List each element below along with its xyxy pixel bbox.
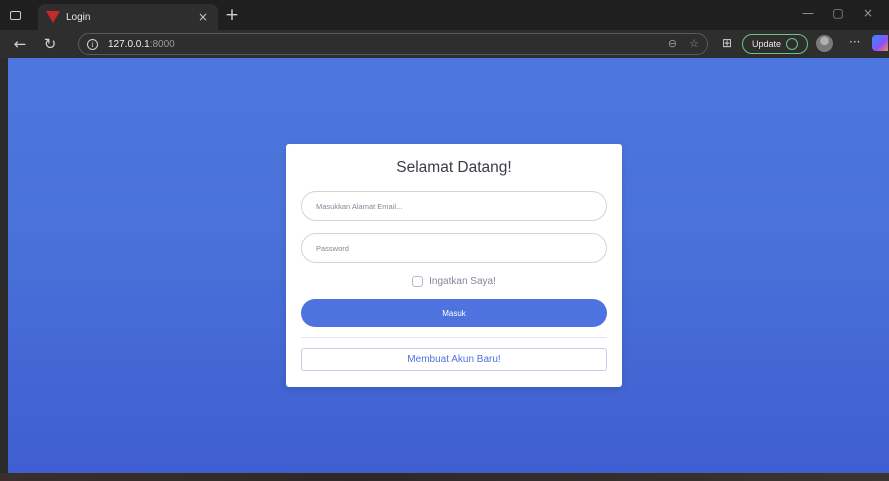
url-port: :8000 [149,38,175,50]
collections-icon[interactable]: ⊞ [722,36,732,50]
remember-me: Ingatkan Saya! [286,276,622,287]
close-window-button[interactable]: × [853,6,883,20]
copilot-icon[interactable] [872,35,888,51]
address-bar-actions: ⊖ ☆ [668,37,699,50]
zoom-icon[interactable]: ⊖ [668,37,677,50]
more-menu-icon[interactable]: ··· [849,35,860,49]
site-info-icon[interactable]: i [87,38,98,50]
new-tab-button[interactable]: + [222,5,242,25]
taskbar-strip [0,473,889,481]
favorite-star-icon[interactable]: ☆ [689,37,699,50]
login-button[interactable]: Masuk [301,299,607,327]
profile-avatar[interactable] [816,35,833,52]
reload-button[interactable]: ↻ [38,35,62,53]
email-field[interactable] [301,191,607,221]
page-title: Selamat Datang! [396,159,512,176]
tab-actions-icon [9,10,21,20]
update-badge-icon [786,38,799,50]
update-button[interactable]: Update [742,34,808,54]
login-card: Selamat Datang! Ingatkan Saya! Masuk Mem… [286,144,622,387]
address-bar[interactable]: i 127.0.0.1 :8000 ⊖ ☆ [78,33,708,55]
remember-me-checkbox[interactable] [412,276,424,287]
remember-me-label[interactable]: Ingatkan Saya! [429,276,496,287]
update-label: Update [751,39,782,49]
tab-title: Login [66,11,91,23]
window-controls: — ▢ × [793,6,883,20]
favicon-icon [46,10,60,24]
tab-close-icon[interactable]: × [196,10,210,24]
divider [301,337,607,338]
password-field[interactable] [301,233,607,263]
back-button[interactable]: ← [8,35,32,53]
tab-login[interactable]: Login × [38,4,218,30]
minimize-button[interactable]: — [793,6,823,20]
register-button[interactable]: Membuat Akun Baru! [301,348,607,371]
browser-tab-bar: Login × + — ▢ × [0,0,889,30]
url-host: 127.0.0.1 [108,38,150,50]
restore-button[interactable]: ▢ [823,6,853,20]
page-viewport: Selamat Datang! Ingatkan Saya! Masuk Mem… [8,58,889,473]
tab-actions-button[interactable] [0,0,30,30]
browser-toolbar: ← ↻ i 127.0.0.1 :8000 ⊖ ☆ ⊞ Update ··· [0,30,889,58]
